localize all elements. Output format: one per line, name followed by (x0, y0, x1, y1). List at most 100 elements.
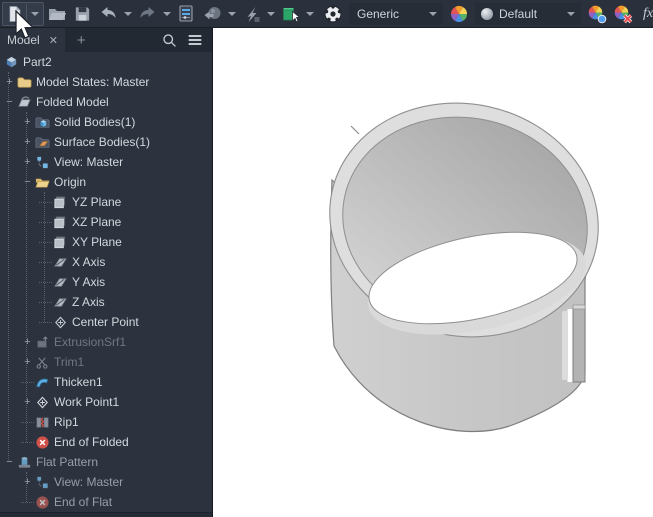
folder-icon (16, 74, 32, 90)
display-update-button[interactable] (173, 2, 199, 26)
expand-icon[interactable]: + (21, 396, 34, 408)
axis-icon (52, 274, 68, 290)
save-button[interactable] (70, 2, 95, 26)
tree-item-work-point1[interactable]: + Work Point1 (0, 392, 212, 412)
origin-folder-icon (34, 174, 50, 190)
select-dropdown-icon[interactable] (306, 11, 314, 16)
axis-icon (52, 254, 68, 270)
tree-item-solid-bodies[interactable]: + Solid Bodies(1) (0, 112, 212, 132)
panel-bottom-strip (0, 512, 212, 517)
parameters-button[interactable]: fx (636, 2, 653, 26)
tree-item-thicken1[interactable]: Thicken1 (0, 372, 212, 392)
tree-item-model-states[interactable]: + Model States: Master (0, 72, 212, 92)
close-icon[interactable]: ✕ (49, 34, 58, 47)
viewport-3d[interactable] (213, 28, 653, 517)
tree-item-label: Solid Bodies(1) (54, 115, 136, 129)
tree-item-part2[interactable]: Part2 (0, 52, 212, 72)
adjust-appearance-button[interactable] (584, 2, 610, 26)
tree-item-rip1[interactable]: Rip1 (0, 412, 212, 432)
collapse-icon[interactable]: − (3, 96, 16, 108)
tree-item-surface-bodies[interactable]: + Surface Bodies(1) (0, 132, 212, 152)
open-button[interactable] (44, 2, 70, 26)
tree-item-label: End of Folded (54, 435, 129, 449)
rip-gap (567, 309, 573, 382)
add-tab-button[interactable]: + (77, 32, 86, 49)
thicken-icon (34, 374, 50, 390)
update-dropdown-icon[interactable] (267, 11, 275, 16)
appearance-wheel-icon (446, 2, 472, 26)
expand-icon[interactable]: + (21, 116, 34, 128)
tree-item-label: Trim1 (54, 355, 85, 369)
select-button[interactable] (277, 2, 304, 26)
appearance-value: Default (499, 6, 538, 21)
tree-item-xz-plane[interactable]: XZ Plane (0, 212, 212, 232)
inventor-window: Generic Default fx Model ✕ + Part2 + Mod… (0, 0, 653, 517)
folded-model-icon (16, 94, 32, 110)
expand-icon[interactable]: + (21, 476, 34, 488)
tree-item-origin[interactable]: − Origin (0, 172, 212, 192)
extrusion-surface-icon (34, 334, 50, 350)
undo-button[interactable] (95, 2, 122, 26)
flat-pattern-icon (16, 454, 32, 470)
chevron-down-icon (429, 11, 437, 16)
collapse-icon[interactable]: − (3, 456, 16, 468)
end-of-folded-icon (34, 434, 50, 450)
tree-item-center-point[interactable]: Center Point (0, 312, 212, 332)
tree-item-view-master[interactable]: + View: Master (0, 152, 212, 172)
redo-button[interactable] (134, 2, 161, 26)
tree-item-label: Thicken1 (54, 375, 103, 389)
tree-item-label: Y Axis (72, 275, 106, 289)
work-point-icon (34, 394, 50, 410)
trim-icon (34, 354, 50, 370)
expand-icon[interactable]: + (21, 336, 34, 348)
tree-item-trim1[interactable]: + Trim1 (0, 352, 212, 372)
surface-bodies-folder-icon (34, 134, 50, 150)
tree-item-y-axis[interactable]: Y Axis (0, 272, 212, 292)
part-icon (3, 54, 19, 70)
expand-icon[interactable]: + (21, 156, 34, 168)
return-sphere-button[interactable] (199, 2, 226, 26)
clear-appearance-button[interactable] (610, 2, 636, 26)
tree-item-z-axis[interactable]: Z Axis (0, 292, 212, 312)
tree-item-label: Surface Bodies(1) (54, 135, 151, 149)
tree-item-yz-plane[interactable]: YZ Plane (0, 192, 212, 212)
tree-stub (39, 301, 52, 303)
view-icon (34, 474, 50, 490)
chevron-down-icon (567, 11, 575, 16)
tree-item-flat-view-master[interactable]: + View: Master (0, 472, 212, 492)
material-select[interactable]: Generic (349, 2, 443, 25)
collapse-icon[interactable]: − (21, 176, 34, 188)
appearance-select[interactable]: Default (475, 2, 581, 25)
tree-item-end-of-flat[interactable]: End of Flat (0, 492, 212, 512)
tree-item-flat-pattern[interactable]: − Flat Pattern (0, 452, 212, 472)
rip-top-edge (572, 304, 586, 310)
tree-item-label: XY Plane (72, 235, 122, 249)
tree-item-end-of-folded[interactable]: End of Folded (0, 432, 212, 452)
tree-stub (21, 501, 34, 503)
plane-icon (52, 234, 68, 250)
model-tree: Part2 + Model States: Master − Folded Mo… (0, 52, 212, 512)
expand-icon[interactable]: + (21, 356, 34, 368)
tree-item-x-axis[interactable]: X Axis (0, 252, 212, 272)
local-update-button[interactable] (238, 2, 265, 26)
quick-access-toolbar: Generic Default fx (0, 0, 653, 28)
center-point-icon (52, 314, 68, 330)
tree-stub (39, 221, 52, 223)
expand-icon[interactable]: + (21, 136, 34, 148)
model-browser-panel: Model ✕ + Part2 + Model States: Master −… (0, 28, 213, 517)
undo-dropdown-icon[interactable] (124, 11, 132, 16)
tree-item-label: Rip1 (54, 415, 79, 429)
material-value: Generic (357, 6, 400, 21)
menu-icon[interactable] (186, 31, 204, 49)
tree-item-extrusionsrf1[interactable]: + ExtrusionSrf1 (0, 332, 212, 352)
search-icon[interactable] (161, 32, 178, 49)
tree-item-xy-plane[interactable]: XY Plane (0, 232, 212, 252)
tree-item-label: YZ Plane (72, 195, 122, 209)
return-dropdown-icon[interactable] (228, 11, 236, 16)
tree-item-folded-model[interactable]: − Folded Model (0, 92, 212, 112)
tree-item-label: X Axis (72, 255, 106, 269)
expand-icon[interactable]: + (3, 76, 16, 88)
redo-dropdown-icon[interactable] (163, 11, 171, 16)
tree-item-label: XZ Plane (72, 215, 122, 229)
tree-item-label: Flat Pattern (36, 455, 99, 469)
